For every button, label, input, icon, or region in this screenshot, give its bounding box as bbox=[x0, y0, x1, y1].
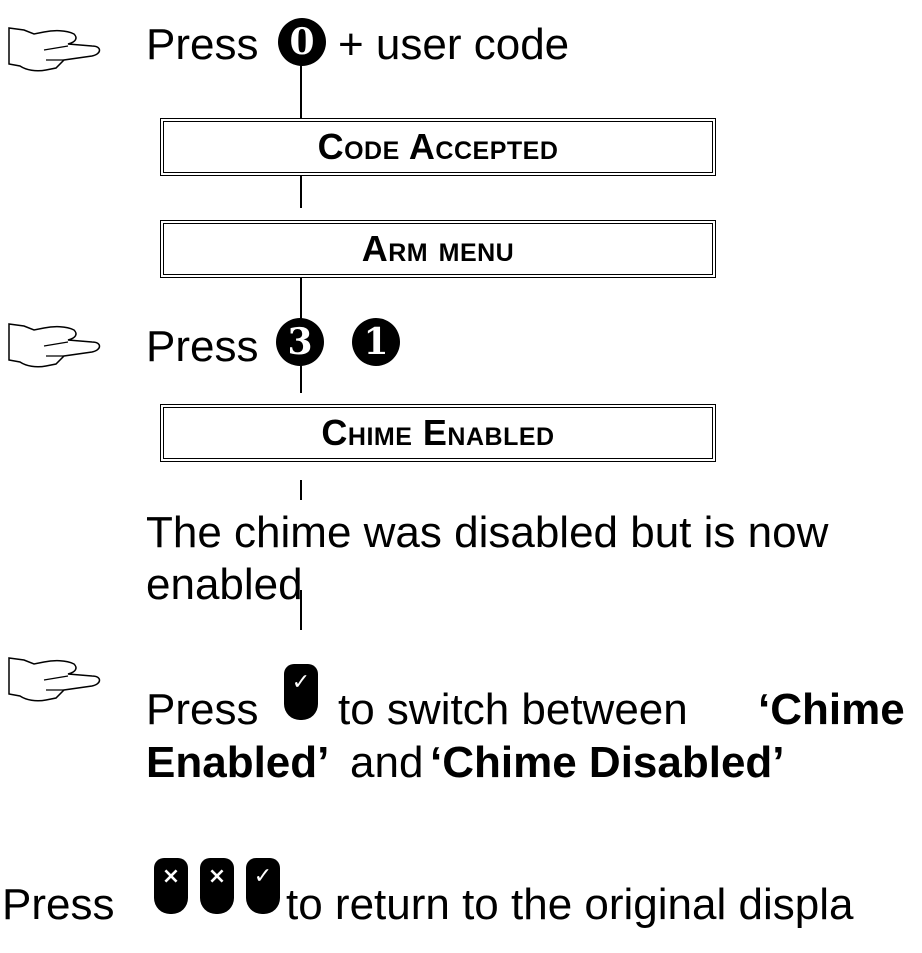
step1-suffix-text: + user code bbox=[338, 20, 570, 69]
step3-bold-3: ‘Chime Disabled’ bbox=[430, 738, 785, 787]
key-0-icon: 0 bbox=[278, 18, 326, 66]
check-key-icon: ✓ bbox=[284, 664, 318, 720]
key-3-icon: 3 bbox=[276, 318, 324, 366]
step3-press-text: Press bbox=[146, 685, 259, 734]
cross-key-icon: × bbox=[200, 858, 234, 914]
step3-bold-2: Enabled’ bbox=[146, 738, 330, 787]
pointing-hand-icon bbox=[8, 27, 101, 72]
key-1-icon: 1 bbox=[352, 318, 400, 366]
connector-line bbox=[300, 480, 302, 500]
note-line-1: The chime was disabled but is now bbox=[146, 508, 829, 557]
pointing-hand-icon bbox=[8, 323, 101, 368]
step4-text: to return to the original displa bbox=[286, 880, 854, 929]
step3-text-2: and bbox=[350, 738, 424, 787]
check-key-icon: ✓ bbox=[246, 858, 280, 914]
step1-press-text: Press bbox=[146, 20, 259, 69]
pointing-hand-icon bbox=[8, 657, 101, 702]
connector-line bbox=[300, 176, 302, 208]
lcd-display-code-accepted: Code Accepted bbox=[160, 118, 716, 176]
note-line-2: enabled bbox=[146, 560, 303, 609]
step3-bold-1: ‘Chime bbox=[758, 685, 905, 734]
lcd-display-arm-menu: Arm menu bbox=[160, 220, 716, 278]
step3-text-1: to switch between bbox=[338, 685, 688, 734]
connector-line bbox=[300, 62, 302, 122]
step4-press-text: Press bbox=[2, 880, 115, 929]
cross-key-icon: × bbox=[154, 858, 188, 914]
lcd-display-chime-enabled: Chime Enabled bbox=[160, 404, 716, 462]
step2-press-text: Press bbox=[146, 322, 259, 371]
